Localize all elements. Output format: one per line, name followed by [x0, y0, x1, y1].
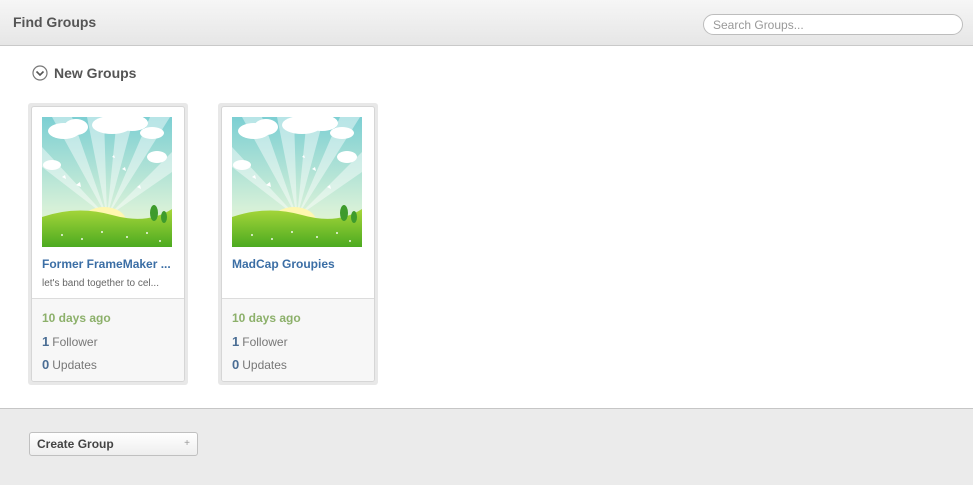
update-label: Updates: [52, 358, 97, 372]
page-header: Find Groups: [0, 0, 973, 46]
group-description: let's band together to cel...: [42, 278, 159, 289]
group-thumbnail[interactable]: [42, 117, 172, 247]
group-card[interactable]: Former FrameMaker ... let's band togethe…: [28, 103, 188, 385]
update-count: 0 Updates: [42, 357, 97, 372]
chevron-down-circle-icon[interactable]: [32, 65, 48, 81]
group-card[interactable]: MadCap Groupies 10 days ago 1 Follower 0U…: [218, 103, 378, 385]
plus-icon: +: [184, 438, 190, 449]
create-group-label: Create Group: [37, 437, 114, 451]
update-count: 0 Updates: [232, 357, 287, 372]
follower-label: Follower: [242, 335, 288, 349]
follower-number: 1: [42, 334, 50, 349]
group-thumbnail[interactable]: [232, 117, 362, 247]
group-name-link[interactable]: MadCap Groupies: [232, 257, 366, 271]
update-number: 0: [232, 357, 240, 372]
section-title: New Groups: [54, 65, 137, 81]
page-title: Find Groups: [13, 14, 97, 30]
group-name-link[interactable]: Former FrameMaker ...: [42, 257, 176, 271]
follower-count: 1 Follower: [232, 334, 288, 349]
update-number: 0: [42, 357, 50, 372]
page-footer: Create Group +: [0, 408, 973, 485]
follower-number: 1: [232, 334, 240, 349]
group-date: 10 days ago: [232, 311, 301, 325]
group-date: 10 days ago: [42, 311, 111, 325]
create-group-button[interactable]: Create Group +: [29, 432, 198, 456]
follower-count: 1 Follower: [42, 334, 98, 349]
follower-label: Follower: [52, 335, 98, 349]
update-label: Updates: [242, 358, 287, 372]
search-input[interactable]: [703, 14, 963, 35]
new-groups-section-toggle[interactable]: New Groups: [32, 65, 136, 81]
